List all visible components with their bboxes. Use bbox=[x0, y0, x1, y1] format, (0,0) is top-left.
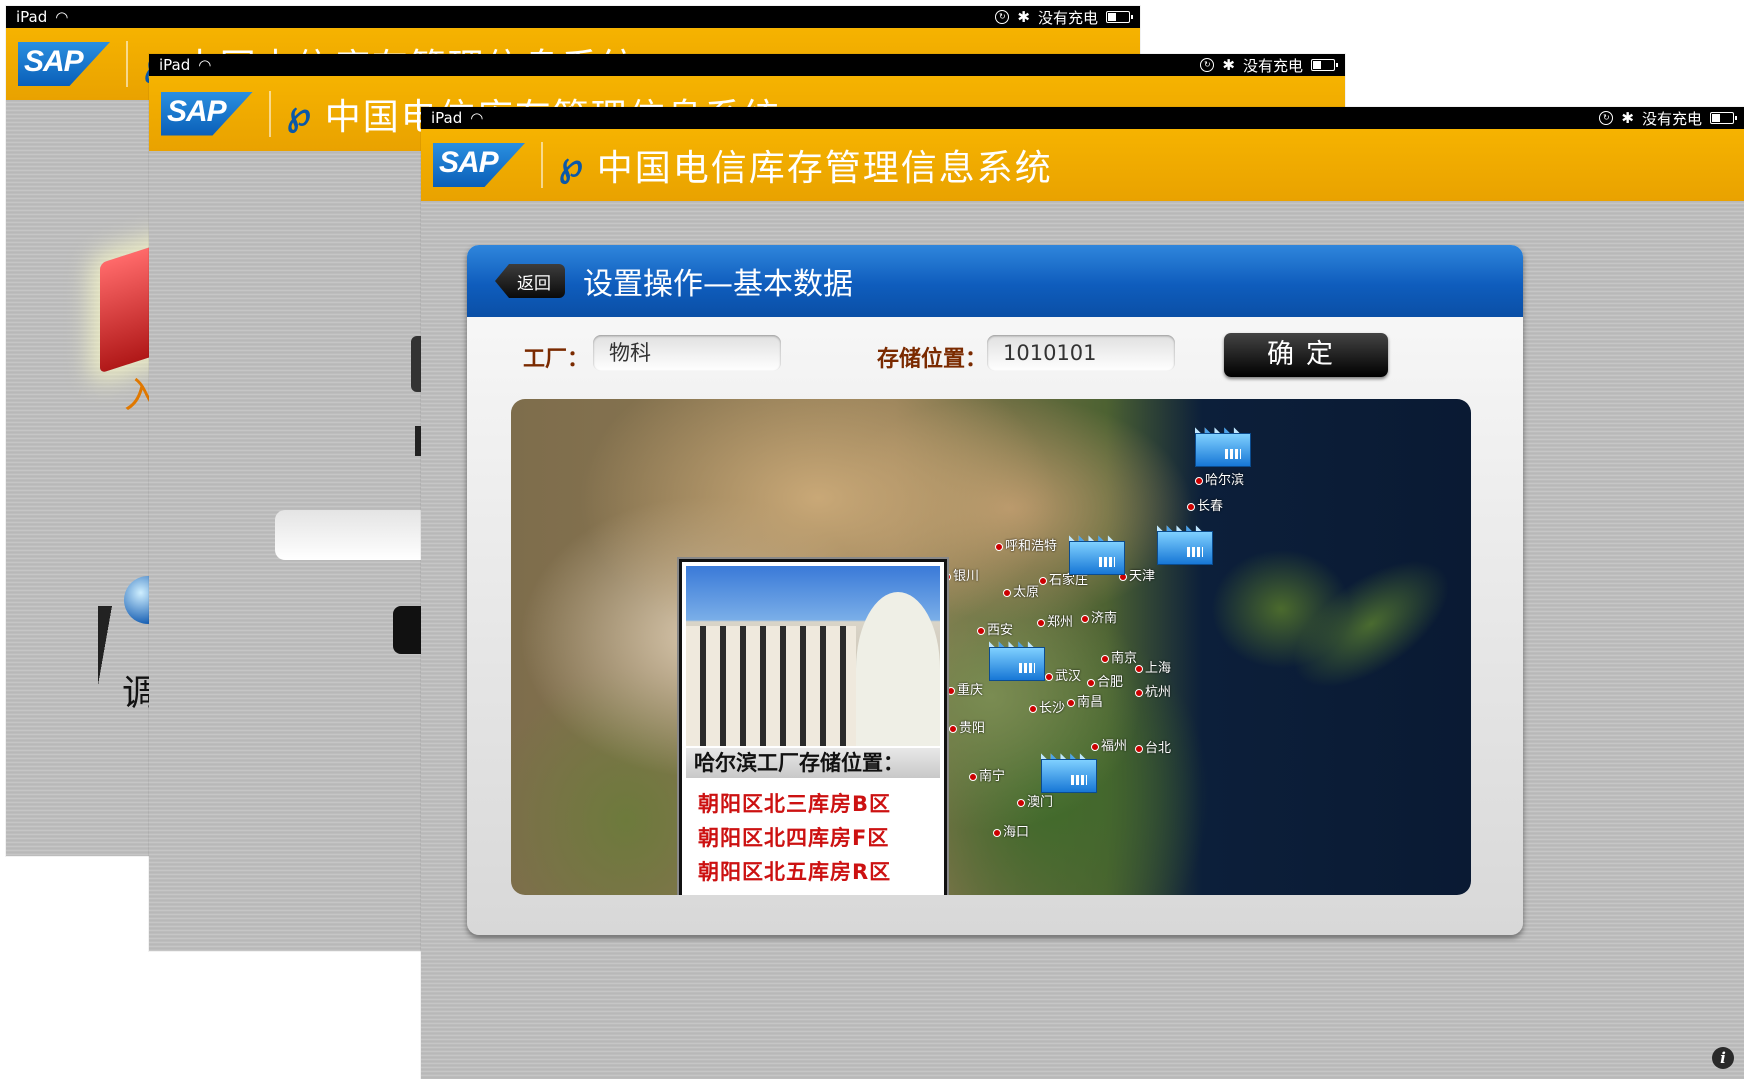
wifi-icon: ◠ bbox=[55, 8, 69, 26]
city-label[interactable]: 南昌 bbox=[1067, 691, 1103, 710]
china-map[interactable]: 哈尔滨 长春 呼和浩特 银川 太原 石家庄 天津 西安 郑州 济南 南京 上海 … bbox=[511, 399, 1471, 895]
status-bar: iPad ◠ ↻ ✱ 没有充电 bbox=[149, 54, 1345, 76]
bluetooth-icon: ✱ bbox=[1017, 8, 1030, 26]
city-label[interactable]: 贵阳 bbox=[949, 717, 985, 736]
city-label[interactable]: 长春 bbox=[1187, 495, 1223, 514]
orientation-lock-icon: ↻ bbox=[1599, 111, 1614, 125]
city-label[interactable]: 太原 bbox=[1003, 581, 1039, 600]
back-button[interactable]: 返回 bbox=[495, 264, 565, 298]
china-telecom-logo: ℘ bbox=[287, 93, 311, 134]
factory-photo bbox=[686, 566, 940, 746]
battery-icon bbox=[1710, 112, 1737, 124]
city-label[interactable]: 南京 bbox=[1101, 647, 1137, 666]
status-bar: iPad ◠ ↻ ✱ 没有充电 bbox=[421, 107, 1744, 129]
factory-icon[interactable] bbox=[1069, 529, 1125, 575]
status-bar: iPad ◠ ↻ ✱ 没有充电 bbox=[6, 6, 1140, 28]
charge-status: 没有充电 bbox=[1037, 8, 1098, 27]
confirm-button[interactable]: 确定 bbox=[1224, 333, 1388, 377]
bluetooth-icon: ✱ bbox=[1621, 109, 1634, 127]
factory-icon[interactable] bbox=[1157, 519, 1213, 565]
header-divider bbox=[541, 142, 543, 188]
wifi-icon: ◠ bbox=[198, 56, 212, 74]
city-label[interactable]: 澳门 bbox=[1017, 791, 1053, 810]
city-label[interactable]: 海口 bbox=[993, 821, 1029, 840]
city-label[interactable]: 重庆 bbox=[947, 679, 983, 698]
settings-panel: 返回 设置操作—基本数据 工厂： 物科 存储位置： 1010101 确定 哈尔滨… bbox=[467, 245, 1523, 935]
form-row: 工厂： 物科 存储位置： 1010101 确定 bbox=[467, 333, 1523, 379]
battery-icon bbox=[1311, 59, 1338, 71]
storage-location-item[interactable]: 朝阳区北五库房R区 bbox=[698, 856, 891, 886]
orientation-lock-icon: ↻ bbox=[995, 10, 1010, 24]
storage-location-item[interactable]: 朝阳区北三库房B区 bbox=[698, 788, 891, 818]
city-label[interactable]: 呼和浩特 bbox=[995, 535, 1057, 554]
city-label[interactable]: 台北 bbox=[1135, 737, 1171, 756]
city-label[interactable]: 长沙 bbox=[1029, 697, 1065, 716]
header-divider bbox=[126, 41, 128, 87]
plant-label: 工厂： bbox=[523, 347, 590, 372]
battery-icon bbox=[1106, 11, 1133, 23]
city-label[interactable]: 合肥 bbox=[1087, 671, 1123, 690]
app-title: 中国电信库存管理信息系统 bbox=[596, 148, 1053, 189]
china-telecom-logo: ℘ bbox=[559, 145, 583, 185]
device-label: iPad bbox=[431, 109, 463, 127]
city-label[interactable]: 武汉 bbox=[1045, 665, 1081, 684]
factory-icon[interactable] bbox=[1195, 421, 1251, 467]
info-icon[interactable]: i bbox=[1712, 1047, 1734, 1069]
device-label: iPad bbox=[159, 56, 191, 74]
city-label[interactable]: 福州 bbox=[1091, 735, 1127, 754]
ipad-screen-3: iPad ◠ ↻ ✱ 没有充电 SAP ℘ 中国电信库存管理信息系统 返回 设置操作—… bbox=[421, 107, 1744, 1079]
sap-logo: SAP bbox=[161, 91, 253, 136]
sap-logo: SAP bbox=[18, 42, 110, 86]
header-divider bbox=[269, 90, 271, 137]
wifi-icon: ◠ bbox=[470, 109, 484, 127]
input-field-fragment[interactable] bbox=[275, 510, 435, 560]
orientation-lock-icon: ↻ bbox=[1200, 58, 1215, 72]
city-label[interactable]: 上海 bbox=[1135, 657, 1171, 676]
city-label[interactable]: 郑州 bbox=[1037, 611, 1073, 630]
building-dome bbox=[856, 592, 940, 746]
storage-location-item[interactable]: 朝阳区北四库房F区 bbox=[698, 822, 889, 852]
city-label[interactable]: 南宁 bbox=[969, 765, 1005, 784]
panel-title: 设置操作—基本数据 bbox=[583, 267, 853, 302]
panel-header: 返回 设置操作—基本数据 bbox=[467, 245, 1523, 317]
location-label: 存储位置： bbox=[877, 347, 988, 372]
city-label[interactable]: 哈尔滨 bbox=[1195, 469, 1244, 488]
popup-title: 哈尔滨工厂存储位置： bbox=[686, 748, 940, 778]
location-field[interactable]: 1010101 bbox=[987, 335, 1175, 371]
charge-status: 没有充电 bbox=[1242, 56, 1303, 75]
city-label[interactable]: 济南 bbox=[1081, 607, 1117, 626]
factory-icon[interactable] bbox=[989, 635, 1045, 681]
building-left bbox=[686, 626, 856, 746]
charge-status: 没有充电 bbox=[1641, 109, 1702, 128]
city-label[interactable]: 银川 bbox=[943, 565, 979, 584]
plant-field[interactable]: 物科 bbox=[593, 335, 781, 371]
factory-popup: 哈尔滨工厂存储位置： 朝阳区北三库房B区 朝阳区北四库房F区 朝阳区北五库房R区 bbox=[679, 559, 947, 895]
sap-logo: SAP bbox=[433, 143, 525, 187]
factory-icon[interactable] bbox=[1041, 747, 1097, 793]
bluetooth-icon: ✱ bbox=[1222, 56, 1235, 74]
city-label[interactable]: 杭州 bbox=[1135, 681, 1171, 700]
device-label: iPad bbox=[16, 8, 48, 26]
app-header: SAP ℘ 中国电信库存管理信息系统 bbox=[421, 129, 1744, 201]
